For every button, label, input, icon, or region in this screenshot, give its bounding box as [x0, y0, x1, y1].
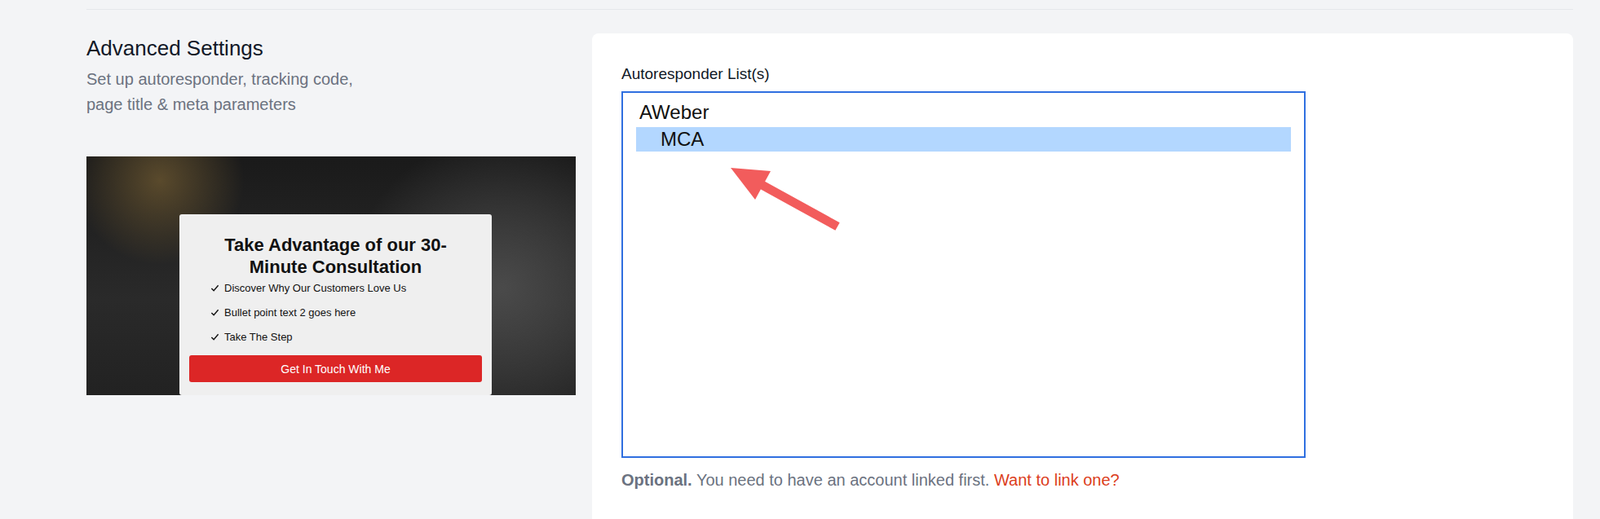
divider — [86, 8, 1574, 10]
settings-card: Autoresponder List(s) AWeberMCA Optional. … — [592, 33, 1574, 519]
preview-bullet: Discover Why Our Customers Love Us — [210, 279, 482, 297]
preview-bullets: Discover Why Our Customers Love Us Bullet… — [189, 279, 482, 346]
field-help: Optional. You need to have an account li… — [621, 469, 1544, 491]
autoresponder-listbox[interactable]: AWeberMCA — [621, 91, 1306, 459]
check-icon — [210, 332, 220, 342]
link-account-link[interactable]: Want to link one? — [994, 471, 1120, 490]
section-info: Advanced Settings Set up autoresponder, t… — [86, 33, 576, 519]
preview-button: Get In Touch With Me — [189, 355, 482, 383]
page-preview: Take Advantage of our 30-Minute Consulta… — [86, 156, 576, 396]
option-group: AWeber — [636, 100, 1291, 125]
list-option[interactable]: MCA — [636, 127, 1291, 152]
preview-bullet: Take The Step — [210, 328, 482, 346]
check-icon — [210, 283, 220, 293]
field-label: Autoresponder List(s) — [621, 64, 1544, 84]
annotation-arrow-icon — [720, 158, 852, 240]
section-title: Advanced Settings — [86, 35, 576, 62]
page: Advanced Settings Set up autoresponder, t… — [0, 0, 1600, 519]
preview-card: Take Advantage of our 30-Minute Consulta… — [179, 214, 492, 396]
preview-heading: Take Advantage of our 30-Minute Consulta… — [189, 234, 482, 279]
preview-bullet: Bullet point text 2 goes here — [210, 304, 482, 322]
check-icon — [210, 308, 220, 318]
advanced-settings-section: Advanced Settings Set up autoresponder, t… — [86, 33, 1574, 519]
section-subtitle: Set up autoresponder, tracking code,page… — [86, 66, 576, 118]
